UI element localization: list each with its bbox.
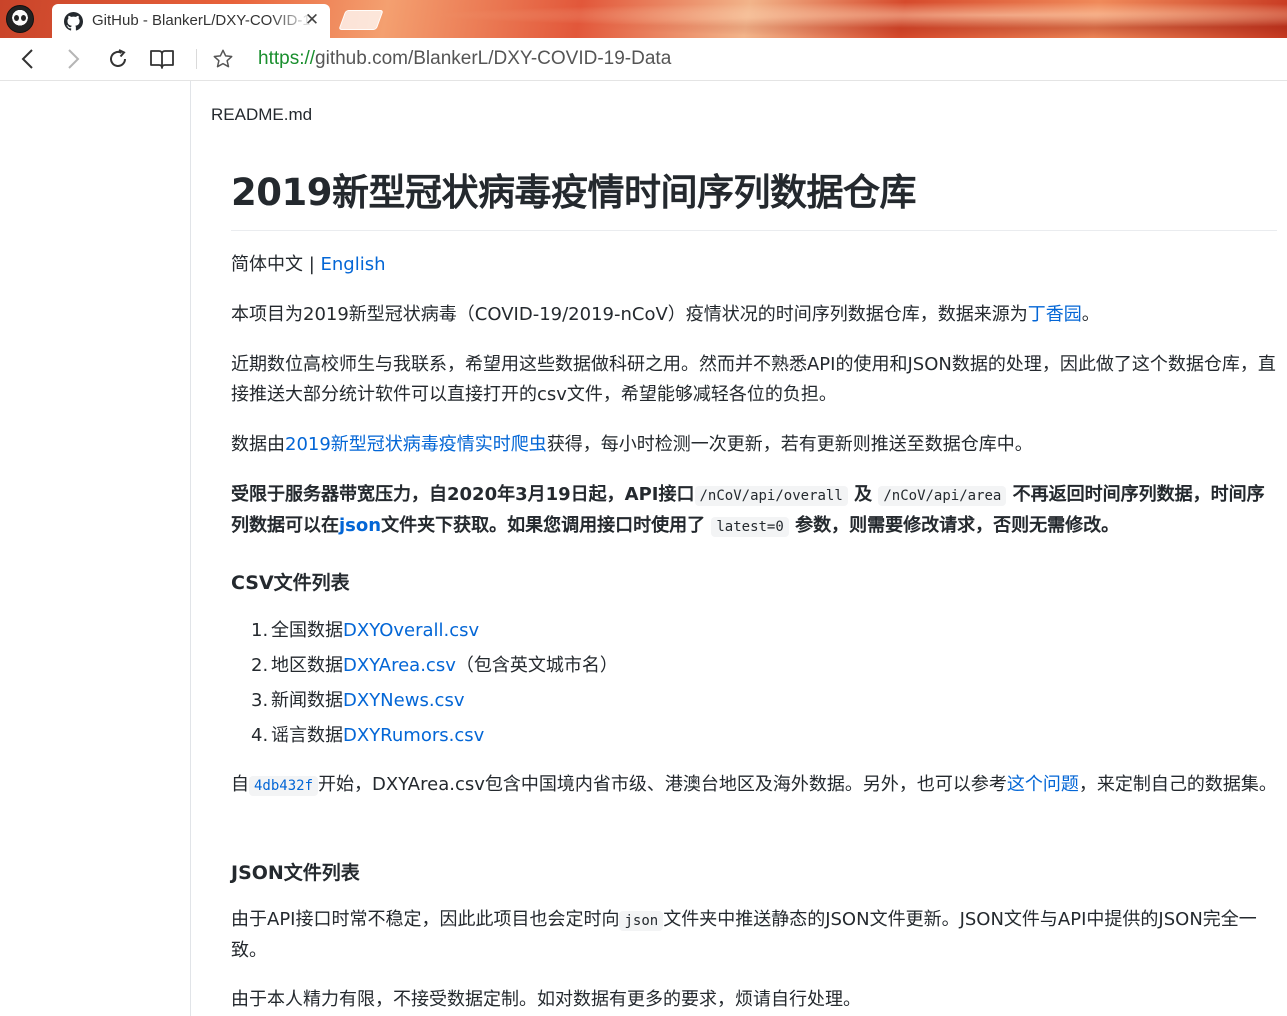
disclaimer-paragraph: 由于本人精力有限，不接受数据定制。如对数据有更多的要求，烦请自行处理。 bbox=[231, 989, 861, 1010]
readme-header: README.md bbox=[191, 81, 1287, 147]
commit-mid: 开始，DXYArea.csv包含中国境内省市级、港澳台地区及海外数据。另外，也可… bbox=[318, 774, 1007, 795]
commit-link[interactable]: 4db432f bbox=[249, 776, 319, 796]
list-number: 2. bbox=[251, 655, 269, 676]
url-field[interactable]: https://github.com/BlankerL/DXY-COVID-19… bbox=[258, 48, 671, 70]
dxy-link[interactable]: 丁香园 bbox=[1028, 304, 1082, 325]
file-note: （包含英文城市名） bbox=[455, 655, 618, 676]
star-icon[interactable] bbox=[209, 45, 237, 73]
notice-b: 及 bbox=[854, 484, 873, 505]
reader-icon[interactable] bbox=[148, 45, 176, 73]
tab-title: GitHub - BlankerL/DXY-COVID-19-Data bbox=[92, 12, 314, 29]
intro-end: 。 bbox=[1081, 304, 1100, 325]
csv-file-list: 1. 全国数据DXYOverall.csv 2. 地区数据DXYArea.csv（包含… bbox=[231, 613, 618, 753]
intro-paragraph: 本项目为2019新型冠状病毒（COVID-19/2019-nCoV）疫情状况的时… bbox=[231, 300, 1277, 330]
readme-title: 2019新型冠状病毒疫情时间序列数据仓库 bbox=[231, 168, 1277, 231]
json-folder-link[interactable]: json bbox=[339, 515, 381, 536]
json-heading: JSON文件列表 bbox=[231, 862, 360, 884]
csv-file-item: 2. 地区数据DXYArea.csv（包含英文城市名） bbox=[251, 648, 618, 683]
file-label: 新闻数据 bbox=[271, 690, 343, 711]
notice-a: 受限于服务器带宽压力，自2020年3月19日起，API接口 bbox=[231, 484, 695, 505]
profile-avatar[interactable] bbox=[6, 5, 34, 33]
csv-file-item: 1. 全国数据DXYOverall.csv bbox=[251, 613, 618, 648]
file-label: 地区数据 bbox=[271, 655, 343, 676]
source-pre: 数据由 bbox=[231, 434, 285, 455]
back-icon[interactable] bbox=[14, 45, 42, 73]
file-label: 全国数据 bbox=[271, 620, 343, 641]
notice-d: 文件夹下获取。如果您调用接口时使用了 bbox=[381, 515, 706, 536]
csv-file-link[interactable]: DXYOverall.csv bbox=[343, 620, 479, 641]
toolbar-divider bbox=[196, 49, 197, 69]
commit-post: ，来定制自己的数据集。 bbox=[1078, 774, 1277, 795]
code-latest: latest=0 bbox=[711, 517, 789, 537]
address-toolbar: https://github.com/BlankerL/DXY-COVID-19… bbox=[0, 38, 1287, 81]
code-overall: /nCoV/api/overall bbox=[694, 486, 848, 506]
language-switch: 简体中文 | English bbox=[231, 250, 1277, 280]
url-scheme: https:// bbox=[258, 48, 316, 69]
csv-file-link[interactable]: DXYNews.csv bbox=[343, 690, 464, 711]
forward-icon[interactable] bbox=[59, 45, 87, 73]
notice-e: 参数，则需要修改请求，否则无需修改。 bbox=[795, 515, 1120, 536]
json-pre: 由于API接口时常不稳定，因此此项目也会定时向 bbox=[231, 909, 620, 930]
reload-icon[interactable] bbox=[104, 45, 132, 73]
list-number: 4. bbox=[251, 725, 269, 746]
csv-file-item: 4. 谣言数据DXYRumors.csv bbox=[251, 718, 618, 753]
source-post: 获得，每小时检测一次更新，若有更新则推送至数据仓库中。 bbox=[546, 434, 1033, 455]
code-json: json bbox=[619, 911, 664, 931]
commit-pre: 自 bbox=[231, 774, 249, 795]
lang-separator: | bbox=[303, 254, 321, 275]
source-paragraph: 数据由2019新型冠状病毒疫情实时爬虫获得，每小时检测一次更新，若有更新则推送至… bbox=[231, 430, 1277, 460]
github-icon bbox=[64, 12, 83, 31]
readme-filename: README.md bbox=[211, 105, 313, 124]
url-path: github.com/BlankerL/DXY-COVID-19-Data bbox=[315, 48, 672, 69]
new-tab-button[interactable] bbox=[338, 10, 384, 30]
csv-file-item: 3. 新闻数据DXYNews.csv bbox=[251, 683, 618, 718]
left-gutter bbox=[0, 81, 191, 1016]
notice-paragraph: 受限于服务器带宽压力，自2020年3月19日起，API接口/nCoV/api/o… bbox=[231, 480, 1277, 542]
csv-file-link[interactable]: DXYArea.csv bbox=[343, 655, 456, 676]
lang-current: 简体中文 bbox=[231, 254, 303, 275]
json-paragraph: 由于API接口时常不稳定，因此此项目也会定时向 json 文件夹中推送静态的JSON… bbox=[231, 905, 1277, 966]
csv-heading: CSV文件列表 bbox=[231, 572, 350, 594]
issue-link[interactable]: 这个问题 bbox=[1007, 774, 1079, 795]
code-area: /nCoV/api/area bbox=[878, 486, 1007, 506]
close-icon[interactable]: ✕ bbox=[302, 10, 322, 30]
csv-file-link[interactable]: DXYRumors.csv bbox=[343, 725, 484, 746]
intro-text: 本项目为2019新型冠状病毒（COVID-19/2019-nCoV）疫情状况的时… bbox=[231, 304, 1028, 325]
crawler-link[interactable]: 2019新型冠状病毒疫情实时爬虫 bbox=[285, 434, 547, 455]
commit-paragraph: 自 4db432f 开始，DXYArea.csv包含中国境内省市级、港澳台地区及海外… bbox=[231, 770, 1277, 801]
english-link[interactable]: English bbox=[321, 254, 386, 275]
file-label: 谣言数据 bbox=[271, 725, 343, 746]
list-number: 3. bbox=[251, 690, 269, 711]
motivation-paragraph: 近期数位高校师生与我联系，希望用这些数据做科研之用。然而并不熟悉API的使用和J… bbox=[231, 354, 1276, 405]
browser-tab[interactable]: GitHub - BlankerL/DXY-COVID-19-Data ✕ bbox=[52, 4, 330, 38]
list-number: 1. bbox=[251, 620, 269, 641]
